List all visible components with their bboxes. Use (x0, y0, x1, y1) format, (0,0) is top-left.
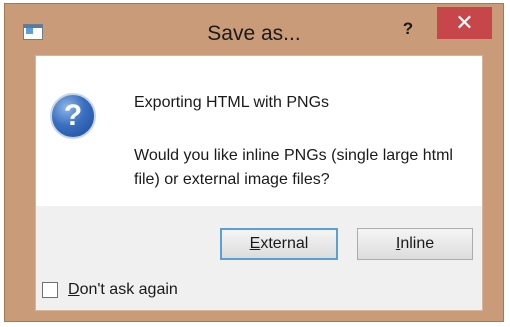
save-as-window: Save as... ? ✕ ? Exporting HTML with PNG… (4, 3, 504, 322)
close-icon: ✕ (455, 10, 474, 35)
dialog-content: ? Exporting HTML with PNGs Would you lik… (35, 55, 483, 311)
dialog-message: Would you like inline PNGs (single large… (134, 147, 453, 188)
dialog-heading: Exporting HTML with PNGs (134, 94, 330, 111)
title-bar[interactable]: Save as... ? ✕ (5, 4, 503, 56)
external-button[interactable]: External (220, 228, 338, 260)
close-button[interactable]: ✕ (437, 7, 492, 39)
dont-ask-again-checkbox[interactable] (42, 282, 58, 298)
message-area: ? Exporting HTML with PNGs Would you lik… (36, 56, 482, 206)
question-icon: ? (50, 93, 96, 139)
help-button[interactable]: ? (390, 16, 426, 42)
inline-button[interactable]: Inline (357, 228, 473, 260)
window-title: Save as... (207, 22, 301, 45)
dont-ask-again-label[interactable]: Don't ask again (68, 281, 178, 299)
